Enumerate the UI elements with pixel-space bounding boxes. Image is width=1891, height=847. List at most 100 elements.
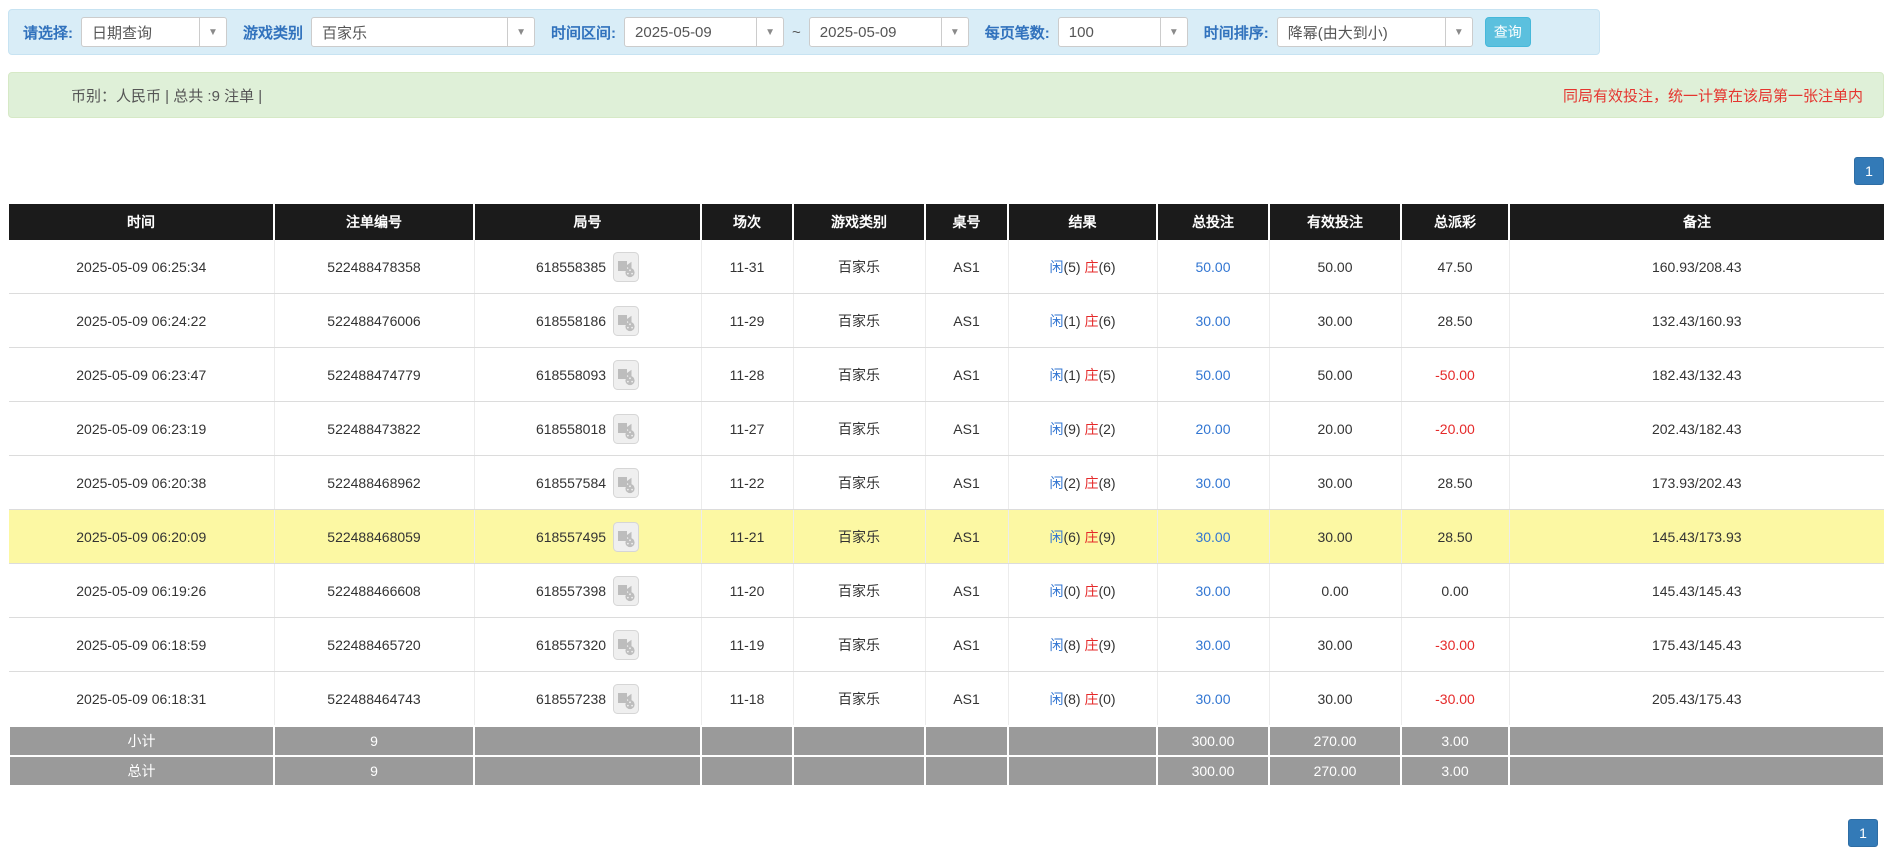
- video-replay-icon[interactable]: [613, 576, 639, 606]
- time-sort-value: 降幂(由大到小): [1278, 22, 1445, 43]
- table-row: 2025-05-09 06:23:19522488473822618558018…: [9, 402, 1884, 456]
- valid-bet-cell: 50.00: [1269, 240, 1401, 294]
- header-remark: 备注: [1509, 204, 1884, 240]
- video-replay-icon[interactable]: [613, 468, 639, 498]
- total-bet-link[interactable]: 30.00: [1157, 510, 1269, 564]
- total-bet-link[interactable]: 30.00: [1157, 294, 1269, 348]
- result-cell: 闲(5) 庄(6): [1008, 240, 1157, 294]
- bet-id-cell: 522488474779: [274, 348, 474, 402]
- video-replay-icon[interactable]: [613, 630, 639, 660]
- subtotal-valid-bet: 270.00: [1269, 726, 1401, 756]
- payout-cell: 28.50: [1401, 510, 1509, 564]
- table-footer: 小计 9 300.00 270.00 3.00 总计 9 300.00 270.…: [9, 726, 1884, 786]
- video-replay-icon[interactable]: [613, 522, 639, 552]
- bet-id-cell: 522488476006: [274, 294, 474, 348]
- bet-id-cell: 522488468962: [274, 456, 474, 510]
- header-round-id: 局号: [474, 204, 701, 240]
- header-valid-bet: 有效投注: [1269, 204, 1401, 240]
- search-button[interactable]: 查询: [1485, 17, 1531, 47]
- round-id-cell: 618557238: [474, 672, 701, 727]
- payout-cell: 47.50: [1401, 240, 1509, 294]
- subtotal-row: 小计 9 300.00 270.00 3.00: [9, 726, 1884, 756]
- session-cell: 11-18: [701, 672, 793, 727]
- result-cell: 闲(6) 庄(9): [1008, 510, 1157, 564]
- table-row: 2025-05-09 06:20:38522488468962618557584…: [9, 456, 1884, 510]
- total-bet-link[interactable]: 50.00: [1157, 240, 1269, 294]
- remark-cell: 132.43/160.93: [1509, 294, 1884, 348]
- remark-cell: 145.43/173.93: [1509, 510, 1884, 564]
- video-replay-icon[interactable]: [613, 684, 639, 714]
- query-type-label: 请选择:: [23, 22, 73, 43]
- total-bet-link[interactable]: 30.00: [1157, 564, 1269, 618]
- time-cell: 2025-05-09 06:23:47: [9, 348, 274, 402]
- result-cell: 闲(0) 庄(0): [1008, 564, 1157, 618]
- time-cell: 2025-05-09 06:23:19: [9, 402, 274, 456]
- game-category-cell: 百家乐: [793, 294, 925, 348]
- remark-cell: 160.93/208.43: [1509, 240, 1884, 294]
- date-from-select[interactable]: 2025-05-09 ▼: [624, 17, 784, 47]
- header-time: 时间: [9, 204, 274, 240]
- video-replay-icon[interactable]: [613, 414, 639, 444]
- grand-total-label: 总计: [9, 756, 274, 786]
- valid-bet-cell: 0.00: [1269, 564, 1401, 618]
- page-size-select[interactable]: 100 ▼: [1058, 17, 1188, 47]
- remark-cell: 175.43/145.43: [1509, 618, 1884, 672]
- pagination-page-1-top[interactable]: 1: [1854, 157, 1884, 185]
- result-cell: 闲(1) 庄(5): [1008, 348, 1157, 402]
- table-no-cell: AS1: [925, 348, 1008, 402]
- date-to-value: 2025-05-09: [810, 24, 941, 41]
- video-replay-icon[interactable]: [613, 360, 639, 390]
- subtotal-payout: 3.00: [1401, 726, 1509, 756]
- game-category-cell: 百家乐: [793, 618, 925, 672]
- payout-cell: -20.00: [1401, 402, 1509, 456]
- date-to-select[interactable]: 2025-05-09 ▼: [809, 17, 969, 47]
- game-category-select[interactable]: 百家乐 ▼: [311, 17, 535, 47]
- total-bet-link[interactable]: 30.00: [1157, 456, 1269, 510]
- header-session: 场次: [701, 204, 793, 240]
- total-bet-link[interactable]: 20.00: [1157, 402, 1269, 456]
- payout-cell: 0.00: [1401, 564, 1509, 618]
- total-bet-link[interactable]: 30.00: [1157, 618, 1269, 672]
- video-replay-icon[interactable]: [613, 252, 639, 282]
- time-cell: 2025-05-09 06:25:34: [9, 240, 274, 294]
- page-size-value: 100: [1059, 24, 1160, 41]
- total-bet-link[interactable]: 50.00: [1157, 348, 1269, 402]
- bet-id-cell: 522488464743: [274, 672, 474, 727]
- bet-records-table: 时间 注单编号 局号 场次 游戏类别 桌号 结果 总投注 有效投注 总派彩 备注…: [8, 204, 1885, 787]
- query-type-select[interactable]: 日期查询 ▼: [81, 17, 227, 47]
- table-row: 2025-05-09 06:20:09522488468059618557495…: [9, 510, 1884, 564]
- session-cell: 11-28: [701, 348, 793, 402]
- table-no-cell: AS1: [925, 294, 1008, 348]
- chevron-down-icon: ▼: [507, 18, 534, 46]
- round-id-cell: 618557495: [474, 510, 701, 564]
- video-replay-icon[interactable]: [613, 306, 639, 336]
- chevron-down-icon: ▼: [1445, 18, 1472, 46]
- payout-cell: 28.50: [1401, 456, 1509, 510]
- game-category-cell: 百家乐: [793, 348, 925, 402]
- game-category-cell: 百家乐: [793, 672, 925, 727]
- round-id-cell: 618558018: [474, 402, 701, 456]
- pagination-page-1-bottom[interactable]: 1: [1848, 819, 1878, 847]
- time-cell: 2025-05-09 06:18:59: [9, 618, 274, 672]
- round-id-cell: 618557320: [474, 618, 701, 672]
- subtotal-label: 小计: [9, 726, 274, 756]
- time-cell: 2025-05-09 06:18:31: [9, 672, 274, 727]
- total-bet-link[interactable]: 30.00: [1157, 672, 1269, 727]
- records-tbody: 2025-05-09 06:25:34522488478358618558385…: [9, 240, 1884, 726]
- valid-bet-cell: 20.00: [1269, 402, 1401, 456]
- table-row: 2025-05-09 06:25:34522488478358618558385…: [9, 240, 1884, 294]
- header-result: 结果: [1008, 204, 1157, 240]
- game-category-label: 游戏类别: [243, 22, 303, 43]
- time-sort-select[interactable]: 降幂(由大到小) ▼: [1277, 17, 1473, 47]
- time-cell: 2025-05-09 06:20:09: [9, 510, 274, 564]
- valid-bet-cell: 30.00: [1269, 672, 1401, 727]
- subtotal-total-bet: 300.00: [1157, 726, 1269, 756]
- date-from-value: 2025-05-09: [625, 24, 756, 41]
- game-category-cell: 百家乐: [793, 402, 925, 456]
- session-cell: 11-21: [701, 510, 793, 564]
- date-range-label: 时间区间:: [551, 22, 616, 43]
- session-cell: 11-19: [701, 618, 793, 672]
- payout-cell: 28.50: [1401, 294, 1509, 348]
- grand-total-payout: 3.00: [1401, 756, 1509, 786]
- table-row: 2025-05-09 06:24:22522488476006618558186…: [9, 294, 1884, 348]
